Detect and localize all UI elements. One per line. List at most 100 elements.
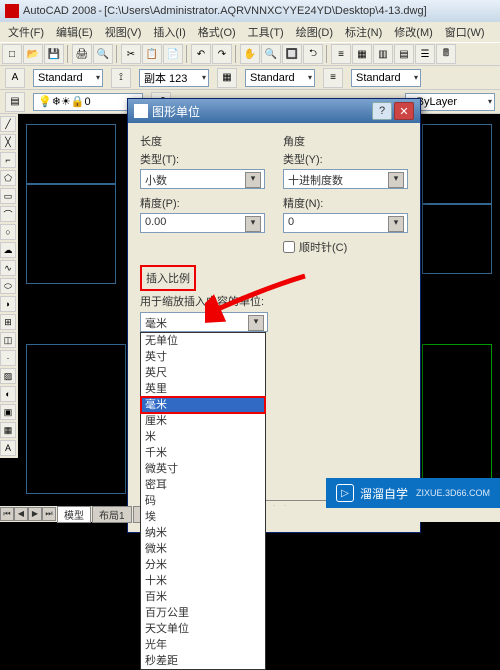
unit-option[interactable]: 毫米 <box>141 397 265 413</box>
unit-option[interactable]: 光年 <box>141 637 265 653</box>
play-icon: ▷ <box>336 484 354 502</box>
arc-icon[interactable]: ⌒ <box>0 206 16 222</box>
table-icon[interactable]: ▦ <box>0 422 16 438</box>
paste-icon[interactable]: 📄 <box>163 44 183 64</box>
unit-option[interactable]: 英尺 <box>141 365 265 381</box>
dialog-close-icon[interactable]: ✕ <box>394 102 414 120</box>
rect-icon[interactable]: ▭ <box>0 188 16 204</box>
save-icon[interactable]: 💾 <box>44 44 64 64</box>
ellipse-arc-icon[interactable]: ◗ <box>0 296 16 312</box>
make-block-icon[interactable]: ◫ <box>0 332 16 348</box>
menu-edit[interactable]: 编辑(E) <box>52 22 97 42</box>
undo-icon[interactable]: ↶ <box>191 44 211 64</box>
unit-option[interactable]: 百万公里 <box>141 605 265 621</box>
insert-unit-combo[interactable]: 毫米 无单位英寸英尺英里毫米厘米米千米微英寸密耳码埃纳米微米分米十米百米百万公里… <box>140 312 268 332</box>
copy-icon[interactable]: 📋 <box>142 44 162 64</box>
line-icon[interactable]: ╱ <box>0 116 16 132</box>
menubar: 文件(F) 编辑(E) 视图(V) 插入(I) 格式(O) 工具(T) 绘图(D… <box>0 22 500 42</box>
menu-window[interactable]: 窗口(W) <box>441 22 489 42</box>
tab-layout1[interactable]: 布局1 <box>92 506 132 523</box>
properties-icon[interactable]: ≡ <box>331 44 351 64</box>
dialog-titlebar[interactable]: 图形单位 ? ✕ <box>128 99 420 123</box>
redo-icon[interactable]: ↷ <box>212 44 232 64</box>
sheet-set-icon[interactable]: ▤ <box>394 44 414 64</box>
angle-type-combo[interactable]: 十进制度数 <box>283 169 408 189</box>
region-icon[interactable]: ▣ <box>0 404 16 420</box>
zoom-prev-icon[interactable]: ⮌ <box>303 44 323 64</box>
menu-insert[interactable]: 插入(I) <box>149 22 189 42</box>
insert-block-icon[interactable]: ⊞ <box>0 314 16 330</box>
clockwise-checkbox[interactable]: 顺时针(C) <box>283 239 408 255</box>
textstyle-combo[interactable]: Standard <box>33 69 103 87</box>
unit-option[interactable]: 分米 <box>141 557 265 573</box>
polygon-icon[interactable]: ⬠ <box>0 170 16 186</box>
unit-option[interactable]: 微英寸 <box>141 461 265 477</box>
dsv-icon[interactable]: ▦ <box>352 44 372 64</box>
unit-option[interactable]: 秒差距 <box>141 653 265 669</box>
menu-format[interactable]: 格式(O) <box>194 22 240 42</box>
length-precision-combo[interactable]: 0.00 <box>140 213 265 233</box>
zoom-window-icon[interactable]: 🔲 <box>282 44 302 64</box>
clockwise-input[interactable] <box>283 241 295 253</box>
tab-prev-icon[interactable]: ◀ <box>14 507 28 521</box>
unit-option[interactable]: 密耳 <box>141 477 265 493</box>
menu-file[interactable]: 文件(F) <box>4 22 48 42</box>
pan-icon[interactable]: ✋ <box>240 44 260 64</box>
mlstyle-combo[interactable]: Standard <box>351 69 421 87</box>
zoom-icon[interactable]: 🔍 <box>261 44 281 64</box>
textstyle-icon[interactable]: A <box>5 68 25 88</box>
pline-icon[interactable]: ⌐ <box>0 152 16 168</box>
hatch-icon[interactable]: ▨ <box>0 368 16 384</box>
menu-tools[interactable]: 工具(T) <box>244 22 288 42</box>
layer-props-icon[interactable]: ▤ <box>5 92 25 112</box>
gradient-icon[interactable]: ◐ <box>0 386 16 402</box>
tab-first-icon[interactable]: ⏮ <box>0 507 14 521</box>
unit-option[interactable]: 十米 <box>141 573 265 589</box>
spline-icon[interactable]: ∿ <box>0 260 16 276</box>
tablestyle-icon[interactable]: ▦ <box>217 68 237 88</box>
open-icon[interactable]: 📂 <box>23 44 43 64</box>
angle-precision-combo[interactable]: 0 <box>283 213 408 233</box>
xline-icon[interactable]: ╳ <box>0 134 16 150</box>
circle-icon[interactable]: ○ <box>0 224 16 240</box>
point-icon[interactable]: · <box>0 350 16 366</box>
tab-next-icon[interactable]: ▶ <box>28 507 42 521</box>
markup-icon[interactable]: ☰ <box>415 44 435 64</box>
drawing-units-dialog: 图形单位 ? ✕ 长度 类型(T): 小数 精度(P): 0.00 角度 类型(… <box>127 98 421 533</box>
menu-dimension[interactable]: 标注(N) <box>341 22 386 42</box>
preview-icon[interactable]: 🔍 <box>93 44 113 64</box>
unit-option[interactable]: 天文单位 <box>141 621 265 637</box>
ellipse-icon[interactable]: ⬭ <box>0 278 16 294</box>
unit-option[interactable]: 厘米 <box>141 413 265 429</box>
menu-view[interactable]: 视图(V) <box>101 22 146 42</box>
mlstyle-icon[interactable]: ≡ <box>323 68 343 88</box>
unit-option[interactable]: 微米 <box>141 541 265 557</box>
dimstyle-combo[interactable]: 副本 123 <box>139 69 209 87</box>
tab-model[interactable]: 模型 <box>57 506 91 523</box>
tool-palettes-icon[interactable]: ▥ <box>373 44 393 64</box>
menu-modify[interactable]: 修改(M) <box>390 22 437 42</box>
mtext-icon[interactable]: A <box>0 440 16 456</box>
tablestyle-combo[interactable]: Standard <box>245 69 315 87</box>
unit-option[interactable]: 码 <box>141 493 265 509</box>
tab-last-icon[interactable]: ⏭ <box>42 507 56 521</box>
unit-option[interactable]: 英寸 <box>141 349 265 365</box>
dimstyle-icon[interactable]: ⟟ <box>111 68 131 88</box>
cut-icon[interactable]: ✂ <box>121 44 141 64</box>
unit-option[interactable]: 英里 <box>141 381 265 397</box>
length-type-combo[interactable]: 小数 <box>140 169 265 189</box>
unit-option[interactable]: 无单位 <box>141 333 265 349</box>
plot-icon[interactable]: 🖨 <box>72 44 92 64</box>
unit-option[interactable]: 千米 <box>141 445 265 461</box>
unit-option[interactable]: 百米 <box>141 589 265 605</box>
unit-option[interactable]: 埃 <box>141 509 265 525</box>
calc-icon[interactable]: 🖩 <box>436 44 456 64</box>
dialog-icon <box>134 104 148 118</box>
insert-unit-list[interactable]: 无单位英寸英尺英里毫米厘米米千米微英寸密耳码埃纳米微米分米十米百米百万公里天文单… <box>140 332 266 670</box>
dialog-help-icon[interactable]: ? <box>372 102 392 120</box>
new-icon[interactable]: □ <box>2 44 22 64</box>
menu-draw[interactable]: 绘图(D) <box>292 22 337 42</box>
revcloud-icon[interactable]: ☁ <box>0 242 16 258</box>
unit-option[interactable]: 米 <box>141 429 265 445</box>
unit-option[interactable]: 纳米 <box>141 525 265 541</box>
